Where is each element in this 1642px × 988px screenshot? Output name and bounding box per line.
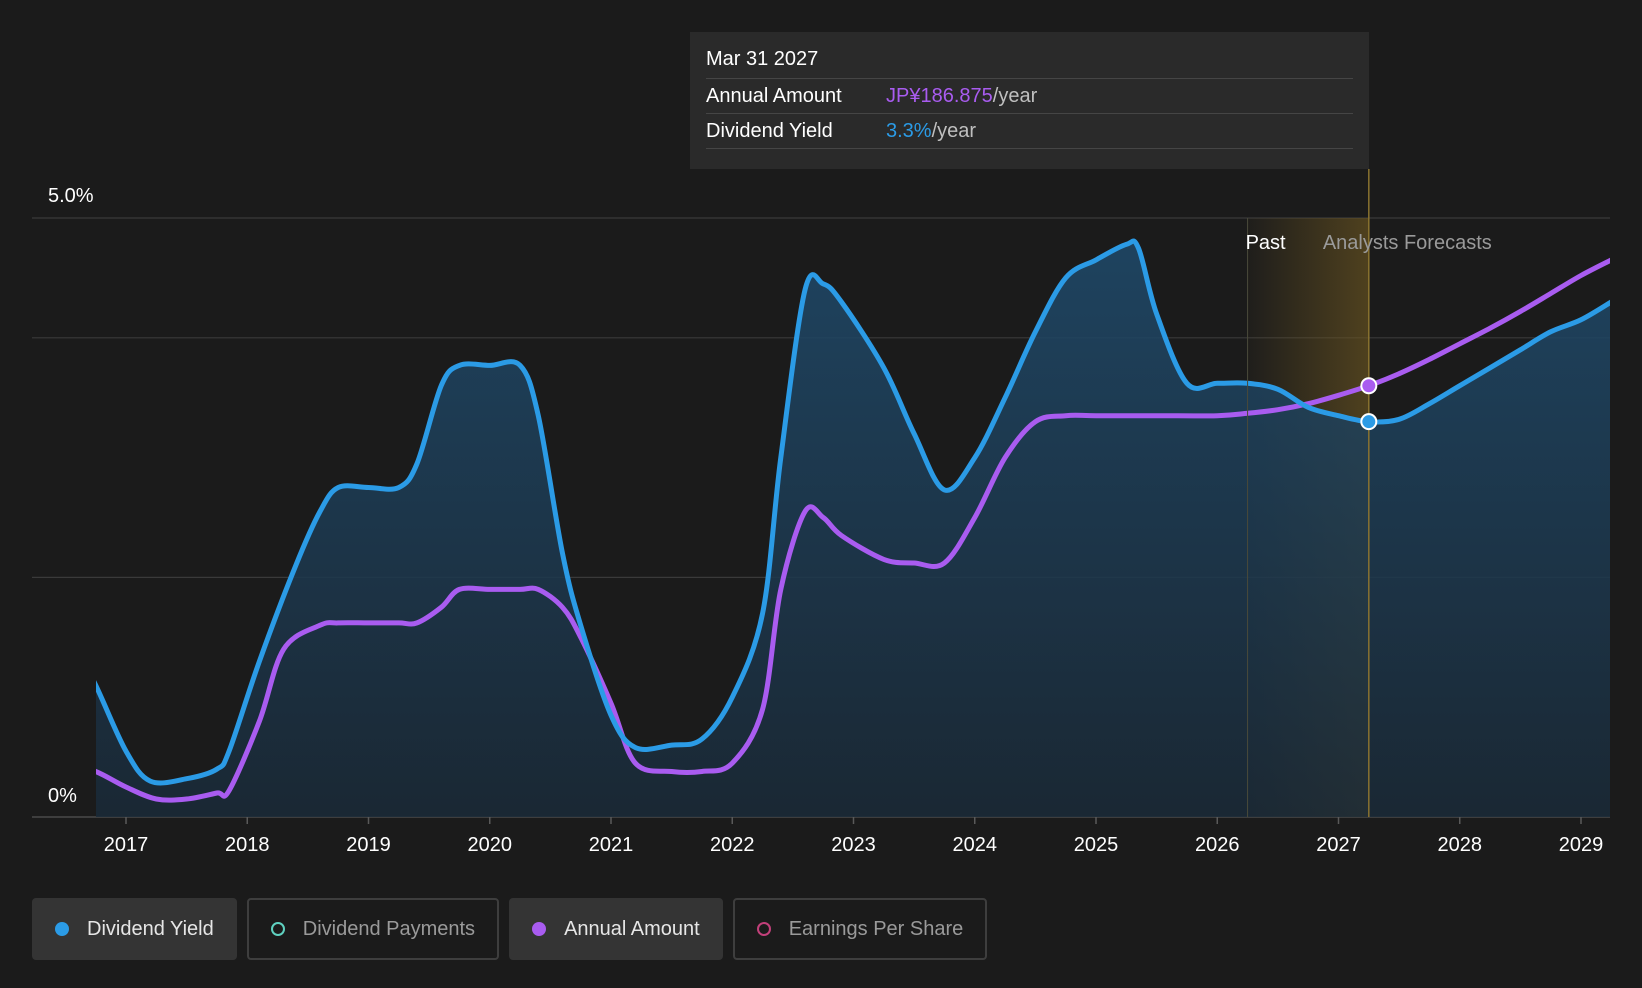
past-label: Past xyxy=(1246,232,1286,254)
legend-dividend-yield[interactable]: Dividend Yield xyxy=(32,898,237,960)
legend-earnings-per-share[interactable]: Earnings Per Share xyxy=(732,898,988,960)
tooltip-yield-row: Dividend Yield 3.3%/year xyxy=(706,114,1353,149)
annual-highlight-point xyxy=(1360,377,1378,395)
x-tick-label: 2021 xyxy=(589,834,634,856)
legend-dividend-yield-label: Dividend Yield xyxy=(87,917,214,940)
legend-dividend-payments[interactable]: Dividend Payments xyxy=(246,898,500,960)
y-tick-label: 5.0% xyxy=(48,185,94,207)
annual-amount-dot-icon xyxy=(532,922,547,936)
yield-highlight-point xyxy=(1360,413,1378,431)
legend-dividend-payments-label: Dividend Payments xyxy=(302,917,476,940)
legend-annual-amount-label: Annual Amount xyxy=(564,917,700,940)
tooltip-annual-unit: /year xyxy=(992,85,1038,107)
tooltip-yield-unit: /year xyxy=(931,120,977,142)
legend-earnings-per-share-label: Earnings Per Share xyxy=(788,917,964,940)
y-tick-label: 0% xyxy=(48,785,77,807)
chart-legend: Dividend Yield Dividend Payments Annual … xyxy=(32,898,988,960)
x-tick-label: 2029 xyxy=(1559,834,1604,856)
x-tick-label: 2025 xyxy=(1074,834,1119,856)
dividend-yield-dot-icon xyxy=(55,922,69,936)
x-tick-label: 2024 xyxy=(953,834,998,856)
tooltip-annual-label: Annual Amount xyxy=(706,85,842,107)
earnings-per-share-ring-icon xyxy=(756,922,771,936)
hover-tooltip: Mar 31 2027 Annual Amount JP¥186.875/yea… xyxy=(690,32,1369,169)
tooltip-yield-value: 3.3% xyxy=(886,120,932,142)
legend-annual-amount[interactable]: Annual Amount xyxy=(509,898,723,960)
tooltip-yield-label: Dividend Yield xyxy=(706,120,833,142)
x-tick-label: 2028 xyxy=(1438,834,1483,856)
tooltip-date: Mar 31 2027 xyxy=(706,44,1353,79)
x-tick-label: 2017 xyxy=(104,834,149,856)
tooltip-annual-row: Annual Amount JP¥186.875/year xyxy=(706,79,1353,114)
x-tick-label: 2019 xyxy=(346,834,391,856)
x-tick-label: 2023 xyxy=(831,834,876,856)
forecast-label: Analysts Forecasts xyxy=(1323,232,1492,254)
dividend-payments-ring-icon xyxy=(270,922,285,936)
x-tick-label: 2018 xyxy=(225,834,270,856)
x-tick-label: 2026 xyxy=(1195,834,1240,856)
x-tick-label: 2027 xyxy=(1316,834,1361,856)
yield-area xyxy=(96,241,1610,817)
x-tick-label: 2022 xyxy=(710,834,755,856)
tooltip-annual-value: JP¥186.875 xyxy=(886,85,993,107)
x-tick-label: 2020 xyxy=(468,834,513,856)
